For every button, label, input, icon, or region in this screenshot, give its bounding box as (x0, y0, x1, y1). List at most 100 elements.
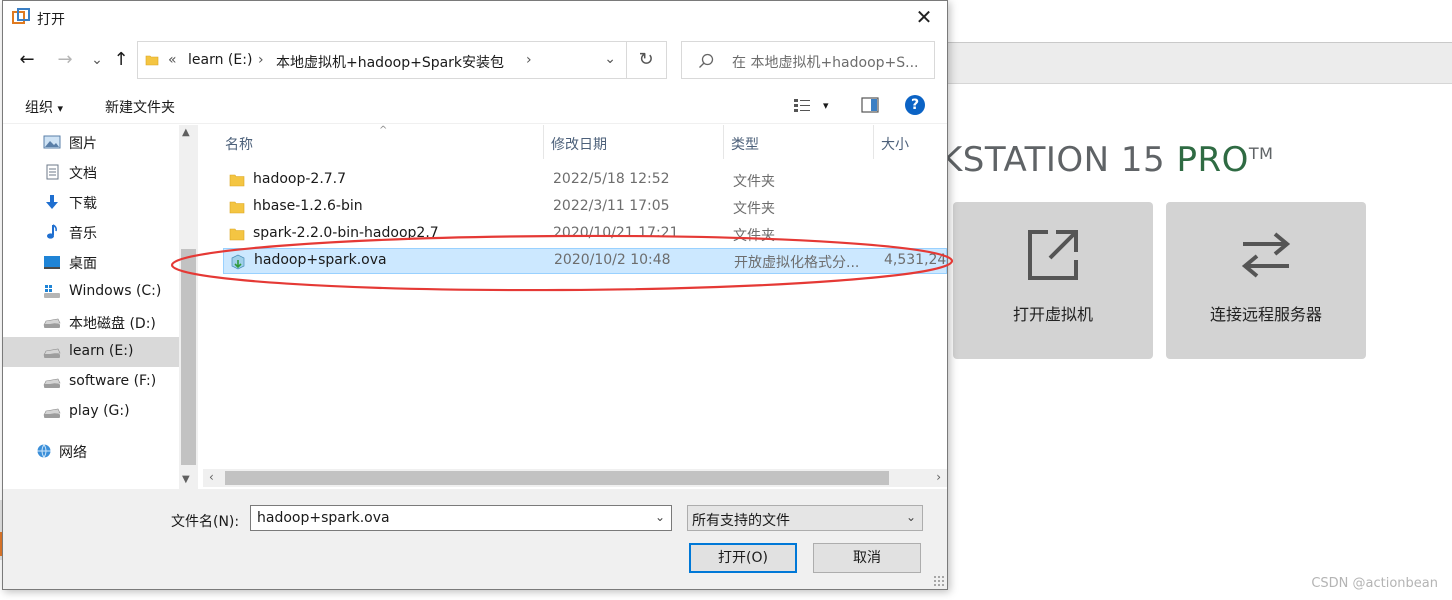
sidebar-item-label: 音乐 (69, 226, 97, 242)
sidebar-item-label: 网络 (59, 445, 87, 461)
drive-icon (43, 318, 61, 328)
column-header-label: 类型 (731, 137, 759, 153)
search-input[interactable]: 在 本地虚拟机+hadoop+S... (681, 41, 935, 79)
sidebar-item-drive-e[interactable]: learn (E:) (3, 337, 179, 367)
file-row-ova-selected[interactable]: hadoop+spark.ova 2020/10/2 10:48 开放虚拟化格式… (223, 248, 947, 274)
vmware-app-icon (12, 8, 30, 24)
open-vm-label: 打开虚拟机 (1012, 305, 1093, 324)
sidebar-item-drive-f[interactable]: software (F:) (3, 367, 179, 397)
preview-pane-icon[interactable] (861, 97, 879, 113)
cancel-button[interactable]: 取消 (813, 543, 921, 573)
breadcrumb-drive[interactable]: learn (E:) (188, 52, 252, 68)
scroll-right-icon[interactable]: › (936, 470, 941, 484)
workstation-heading: KSTATION 15 PROTM (940, 140, 1273, 180)
column-header-label: 大小 (881, 137, 909, 153)
sidebar-item-network[interactable]: 网络 (3, 436, 179, 466)
sidebar-item-desktop[interactable]: 桌面 (3, 247, 179, 277)
column-header-name[interactable]: 名称 (217, 125, 544, 159)
breadcrumb-folder[interactable]: 本地虚拟机+hadoop+Spark安装包 (276, 52, 504, 72)
sidebar-item-label: 桌面 (69, 256, 97, 272)
column-header-date[interactable]: 修改日期 (543, 125, 724, 159)
refresh-button[interactable]: ↻ (626, 41, 667, 79)
drive-icon (43, 378, 61, 388)
sidebar-item-label: play (G:) (69, 403, 130, 419)
file-name: hadoop+spark.ova (254, 252, 387, 268)
desktop-icon (44, 256, 60, 269)
organize-button[interactable]: 组织 ▾ (25, 97, 63, 117)
sidebar-item-label: 图片 (69, 136, 97, 152)
folder-icon (229, 228, 245, 241)
organize-caret-icon: ▾ (57, 102, 63, 115)
breadcrumb-separator: › (258, 52, 264, 68)
dialog-titlebar[interactable]: 打开 ✕ (3, 1, 947, 35)
pictures-icon (43, 135, 61, 149)
folder-icon (229, 174, 245, 187)
file-name: hadoop-2.7.7 (253, 171, 347, 187)
view-caret-icon[interactable]: ▾ (823, 99, 829, 112)
search-placeholder: 在 本地虚拟机+hadoop+S... (732, 55, 919, 71)
new-folder-button[interactable]: 新建文件夹 (105, 97, 175, 117)
sidebar-item-drive-c[interactable]: Windows (C:) (3, 277, 179, 307)
sidebar-item-pictures[interactable]: 图片 (3, 127, 179, 157)
address-dropdown-icon[interactable]: ⌄ (604, 51, 616, 67)
sidebar-item-label: Windows (C:) (69, 283, 162, 299)
music-icon (47, 224, 57, 239)
help-icon[interactable]: ? (905, 95, 925, 115)
open-file-dialog: 打开 ✕ ← → ⌄ ↑ « learn (E:) › 本地虚拟机+hadoop… (2, 0, 948, 590)
filename-label: 文件名(N): (171, 514, 240, 530)
drive-icon (43, 408, 61, 418)
sidebar-item-label: 文档 (69, 166, 97, 182)
connect-remote-label: 连接远程服务器 (1209, 305, 1322, 324)
resize-grip[interactable] (933, 575, 945, 587)
chevron-down-icon[interactable]: ⌄ (655, 510, 665, 524)
command-toolbar: 组织 ▾ 新建文件夹 ▾ ? (3, 87, 947, 124)
sidebar-item-drive-g[interactable]: play (G:) (3, 397, 179, 427)
downloads-icon (46, 195, 58, 209)
close-button[interactable]: ✕ (901, 1, 947, 33)
open-button[interactable]: 打开(O) (689, 543, 797, 573)
forward-button[interactable]: → (53, 49, 77, 71)
recent-locations-button[interactable]: ⌄ (85, 49, 109, 71)
file-date: 2022/5/18 12:52 (553, 171, 670, 187)
scroll-down-icon[interactable]: ▼ (182, 474, 190, 485)
connect-remote-card[interactable]: 连接远程服务器 (1166, 202, 1366, 359)
sidebar-item-drive-d[interactable]: 本地磁盘 (D:) (3, 307, 179, 337)
navigation-pane: 图片 文档 下载 音乐 桌面 Windows (C:) 本地磁盘 (D:) le… (3, 125, 179, 489)
watermark: CSDN @actionbean (1311, 576, 1438, 591)
folder-icon (229, 201, 245, 214)
dialog-footer: 文件名(N): hadoop+spark.ova ⌄ 所有支持的文件 ⌄ 打开(… (3, 489, 947, 589)
file-list-horizontal-scrollbar[interactable]: ‹ › (203, 469, 947, 487)
sidebar-item-documents[interactable]: 文档 (3, 157, 179, 187)
heading-text: KSTATION 15 (940, 140, 1166, 180)
file-row-hbase[interactable]: hbase-1.2.6-bin 2022/3/11 17:05 文件夹 (223, 194, 947, 220)
file-type: 开放虚拟化格式分... (734, 255, 860, 271)
trademark: TM (1248, 144, 1274, 163)
ova-file-icon (231, 254, 245, 270)
file-row-hadoop[interactable]: hadoop-2.7.7 2022/5/18 12:52 文件夹 (223, 167, 947, 193)
scrollbar-thumb[interactable] (181, 249, 196, 465)
breadcrumb-overflow[interactable]: « (168, 52, 177, 68)
back-button[interactable]: ← (15, 49, 39, 71)
column-header-size[interactable]: 大小 (873, 125, 947, 159)
address-bar[interactable]: « learn (E:) › 本地虚拟机+hadoop+Spark安装包 › ⌄ (137, 41, 627, 79)
up-button[interactable]: ↑ (109, 49, 133, 71)
filename-input[interactable]: hadoop+spark.ova ⌄ (250, 505, 672, 531)
file-row-spark[interactable]: spark-2.2.0-bin-hadoop2.7 2020/10/21 17:… (223, 221, 947, 247)
navigation-pane-scrollbar[interactable]: ▲ ▼ (179, 125, 198, 489)
chevron-down-icon: ⌄ (905, 510, 916, 524)
column-header-type[interactable]: 类型 (723, 125, 874, 159)
sidebar-item-downloads[interactable]: 下载 (3, 187, 179, 217)
filetype-select[interactable]: 所有支持的文件 ⌄ (687, 505, 923, 531)
view-details-icon[interactable] (793, 97, 811, 113)
sidebar-item-label: 本地磁盘 (D:) (69, 316, 156, 332)
scroll-left-icon[interactable]: ‹ (209, 470, 214, 484)
sidebar-item-music[interactable]: 音乐 (3, 217, 179, 247)
organize-label: 组织 (25, 100, 53, 116)
file-list: ^ 名称 修改日期 类型 大小 hadoop-2.7.7 2022/5/18 1… (199, 125, 947, 489)
scrollbar-thumb[interactable] (225, 471, 889, 485)
documents-icon (46, 164, 59, 180)
scroll-up-icon[interactable]: ▲ (182, 127, 190, 138)
filename-value: hadoop+spark.ova (257, 510, 390, 526)
open-vm-card[interactable]: 打开虚拟机 (953, 202, 1153, 359)
file-date: 2020/10/21 17:21 (553, 225, 679, 241)
